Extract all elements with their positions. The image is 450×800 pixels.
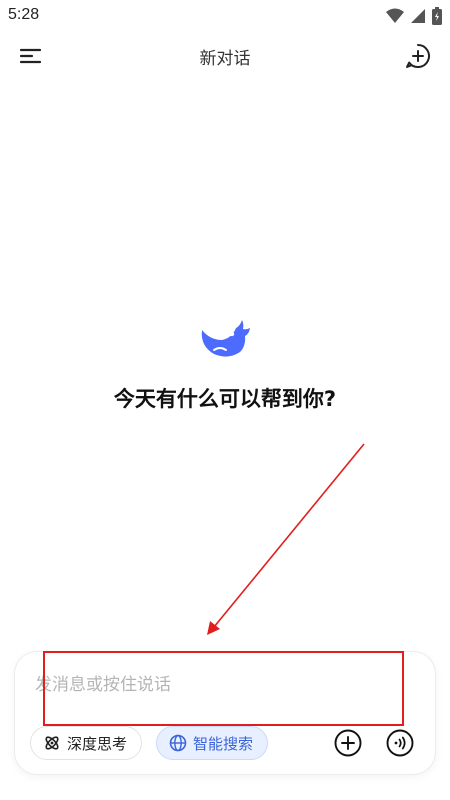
- atom-icon: [45, 736, 59, 750]
- globe-icon: [169, 734, 187, 752]
- message-composer: 深度思考 智能搜索: [15, 652, 435, 774]
- deep-think-label: 深度思考: [67, 734, 128, 753]
- smart-search-label: 智能搜索: [193, 734, 254, 753]
- smart-search-toggle[interactable]: 智能搜索: [156, 726, 269, 760]
- annotation-arrow: [207, 443, 365, 635]
- status-bar: 5:28: [0, 0, 450, 32]
- wifi-icon: [386, 8, 404, 24]
- voice-wave-icon: [386, 729, 414, 757]
- battery-icon: [432, 7, 442, 25]
- deep-think-toggle[interactable]: 深度思考: [30, 726, 143, 760]
- cellular-signal-icon: [410, 8, 426, 24]
- greeting-text: 今天有什么可以帮到你?: [113, 387, 337, 411]
- new-chat-icon: [406, 44, 430, 68]
- new-chat-button[interactable]: [404, 42, 432, 70]
- status-time: 5:28: [8, 6, 40, 23]
- app-bar: 新对话: [0, 36, 450, 76]
- message-input[interactable]: [35, 670, 405, 700]
- page-title: 新对话: [199, 49, 251, 69]
- attach-button[interactable]: [333, 728, 363, 758]
- status-icons: [386, 6, 442, 26]
- whale-logo: [198, 316, 252, 362]
- voice-button[interactable]: [385, 728, 415, 758]
- plus-circle-icon: [334, 729, 362, 757]
